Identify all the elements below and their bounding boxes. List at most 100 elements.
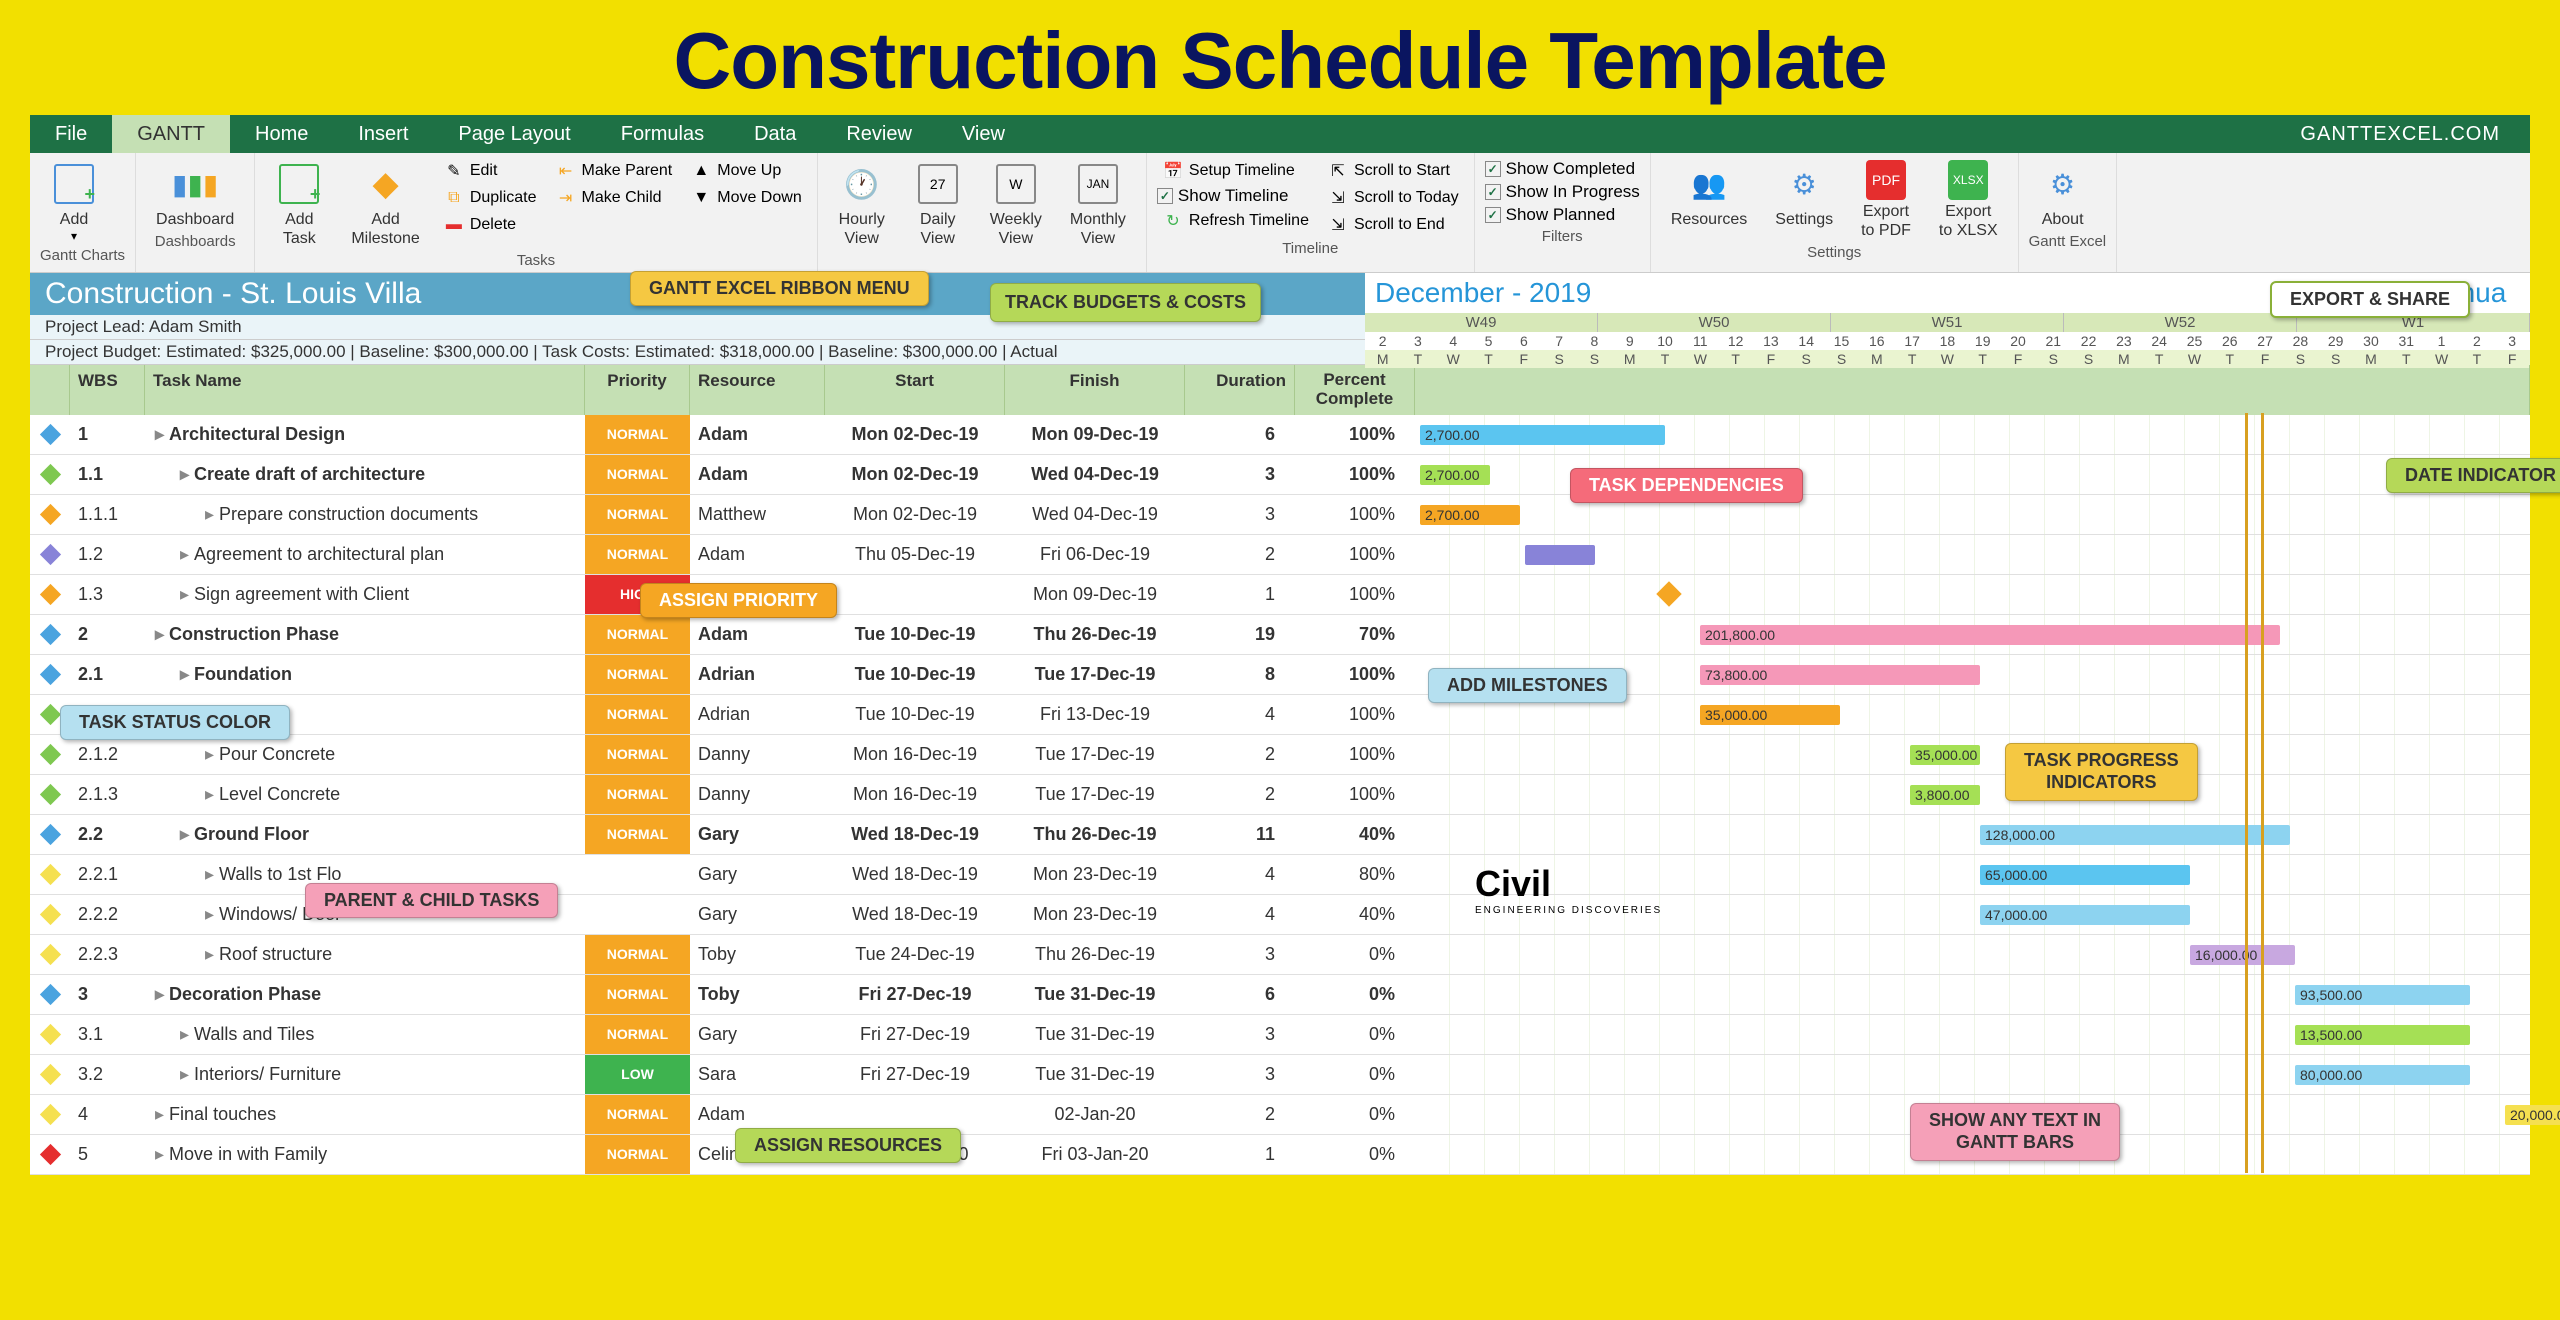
export-pdf-button[interactable]: PDFExport to PDF [1851, 158, 1921, 242]
pct-cell[interactable]: 40% [1295, 815, 1415, 854]
duration-cell[interactable]: 2 [1185, 535, 1295, 574]
duration-cell[interactable]: 3 [1185, 1055, 1295, 1094]
resources-button[interactable]: 👥Resources [1661, 158, 1757, 231]
task-name-cell[interactable]: ▸Final touches [145, 1095, 585, 1134]
expand-icon[interactable]: ▸ [205, 904, 214, 925]
gantt-cell[interactable] [1415, 575, 2530, 614]
menu-page-layout[interactable]: Page Layout [433, 115, 595, 154]
pct-cell[interactable]: 100% [1295, 415, 1415, 454]
finish-cell[interactable]: Tue 31-Dec-19 [1005, 1055, 1185, 1094]
priority-cell[interactable]: NORMAL [585, 455, 690, 494]
table-row[interactable]: 3 ▸Decoration Phase NORMAL Toby Fri 27-D… [30, 975, 2530, 1015]
finish-cell[interactable]: Tue 17-Dec-19 [1005, 655, 1185, 694]
start-cell[interactable]: Fri 27-Dec-19 [825, 1055, 1005, 1094]
task-name-cell[interactable]: ▸Prepare construction documents [145, 495, 585, 534]
duration-cell[interactable]: 11 [1185, 815, 1295, 854]
expand-icon[interactable]: ▸ [180, 544, 189, 565]
gantt-bar[interactable]: 35,000.00 [1700, 705, 1840, 725]
duration-cell[interactable]: 3 [1185, 495, 1295, 534]
expand-icon[interactable]: ▸ [155, 1144, 164, 1165]
table-row[interactable]: 2.1 ▸Foundation NORMAL Adrian Tue 10-Dec… [30, 655, 2530, 695]
start-cell[interactable]: Fri 27-Dec-19 [825, 975, 1005, 1014]
priority-cell[interactable]: NORMAL [585, 935, 690, 974]
pct-cell[interactable]: 100% [1295, 535, 1415, 574]
resource-cell[interactable]: Sara [690, 1055, 825, 1094]
gantt-cell[interactable]: 128,000.00 [1415, 815, 2530, 854]
pct-cell[interactable]: 0% [1295, 1095, 1415, 1134]
duration-cell[interactable]: 1 [1185, 1135, 1295, 1174]
table-row[interactable]: 3.2 ▸Interiors/ Furniture LOW Sara Fri 2… [30, 1055, 2530, 1095]
gantt-bar[interactable]: 80,000.00 [2295, 1065, 2470, 1085]
gantt-bar[interactable]: 2,700.00 [1420, 505, 1520, 525]
hourly-view-button[interactable]: 🕐Hourly View [828, 158, 896, 250]
setup-timeline-button[interactable]: 📅Setup Timeline [1157, 158, 1314, 184]
pct-cell[interactable]: 80% [1295, 855, 1415, 894]
move-up-button[interactable]: ▲Move Up [685, 158, 806, 184]
resource-cell[interactable]: Adam [690, 535, 825, 574]
task-name-cell[interactable]: ▸Architectural Design [145, 415, 585, 454]
table-row[interactable]: 2 ▸Construction Phase NORMAL Adam Tue 10… [30, 615, 2530, 655]
pct-cell[interactable]: 40% [1295, 895, 1415, 934]
priority-cell[interactable]: NORMAL [585, 495, 690, 534]
gantt-bar[interactable]: 2,700.00 [1420, 465, 1490, 485]
expand-icon[interactable]: ▸ [180, 1064, 189, 1085]
gantt-bar[interactable]: 65,000.00 [1980, 865, 2190, 885]
scroll-today-button[interactable]: ⇲Scroll to Today [1322, 185, 1464, 211]
task-name-cell[interactable]: ▸Decoration Phase [145, 975, 585, 1014]
finish-cell[interactable]: Fri 06-Dec-19 [1005, 535, 1185, 574]
priority-cell[interactable]: NORMAL [585, 1015, 690, 1054]
gantt-cell[interactable]: 35,000.00 [1415, 735, 2530, 774]
expand-icon[interactable]: ▸ [205, 944, 214, 965]
gantt-bar[interactable]: 93,500.00 [2295, 985, 2470, 1005]
resource-cell[interactable]: Adam [690, 455, 825, 494]
table-row[interactable]: 5 ▸Move in with Family NORMAL Celine Fri… [30, 1135, 2530, 1175]
gantt-cell[interactable]: 16,000.00 [1415, 935, 2530, 974]
show-completed-checkbox[interactable]: Show Completed [1485, 158, 1640, 180]
start-cell[interactable]: Tue 10-Dec-19 [825, 615, 1005, 654]
resource-cell[interactable]: Matthew [690, 495, 825, 534]
resource-cell[interactable]: Gary [690, 895, 825, 934]
make-parent-button[interactable]: ⇤Make Parent [550, 158, 678, 184]
pct-cell[interactable]: 100% [1295, 655, 1415, 694]
refresh-timeline-button[interactable]: ↻Refresh Timeline [1157, 208, 1314, 234]
finish-cell[interactable]: Fri 03-Jan-20 [1005, 1135, 1185, 1174]
pct-cell[interactable]: 70% [1295, 615, 1415, 654]
col-wbs[interactable]: WBS [70, 365, 145, 414]
task-name-cell[interactable]: ▸Move in with Family [145, 1135, 585, 1174]
pct-cell[interactable]: 100% [1295, 495, 1415, 534]
resource-cell[interactable]: Gary [690, 1015, 825, 1054]
duration-cell[interactable]: 3 [1185, 1015, 1295, 1054]
expand-icon[interactable]: ▸ [180, 464, 189, 485]
menu-file[interactable]: File [30, 115, 112, 154]
table-row[interactable]: 4 ▸Final touches NORMAL Adam 02-Jan-20 2… [30, 1095, 2530, 1135]
gantt-cell[interactable]: 201,800.00 [1415, 615, 2530, 654]
pct-cell[interactable]: 0% [1295, 935, 1415, 974]
finish-cell[interactable]: Mon 23-Dec-19 [1005, 855, 1185, 894]
table-row[interactable]: 3.1 ▸Walls and Tiles NORMAL Gary Fri 27-… [30, 1015, 2530, 1055]
task-name-cell[interactable]: ▸Sign agreement with Client [145, 575, 585, 614]
table-row[interactable]: 1.1.1 ▸Prepare construction documents NO… [30, 495, 2530, 535]
priority-cell[interactable]: NORMAL [585, 415, 690, 454]
start-cell[interactable]: Wed 18-Dec-19 [825, 815, 1005, 854]
finish-cell[interactable]: Thu 26-Dec-19 [1005, 615, 1185, 654]
resource-cell[interactable]: Adrian [690, 655, 825, 694]
duration-cell[interactable]: 2 [1185, 735, 1295, 774]
task-name-cell[interactable]: ▸Interiors/ Furniture [145, 1055, 585, 1094]
duration-cell[interactable]: 2 [1185, 1095, 1295, 1134]
gantt-cell[interactable]: 2,700.00 [1415, 415, 2530, 454]
menu-gantt[interactable]: GANTT [112, 115, 230, 154]
col-duration[interactable]: Duration [1185, 365, 1295, 414]
expand-icon[interactable]: ▸ [155, 984, 164, 1005]
priority-cell[interactable]: NORMAL [585, 815, 690, 854]
add-button[interactable]: + Add ▾ [40, 158, 108, 245]
task-name-cell[interactable]: ▸Ground Floor [145, 815, 585, 854]
show-timeline-checkbox[interactable]: Show Timeline [1157, 185, 1314, 207]
task-name-cell[interactable]: ▸Level Concrete [145, 775, 585, 814]
pct-cell[interactable]: 100% [1295, 695, 1415, 734]
expand-icon[interactable]: ▸ [205, 744, 214, 765]
task-name-cell[interactable]: ▸Pour Concrete [145, 735, 585, 774]
gantt-bar[interactable]: 20,000.00 [2505, 1105, 2560, 1125]
expand-icon[interactable]: ▸ [180, 824, 189, 845]
gantt-bar[interactable]: 3,800.00 [1910, 785, 1980, 805]
add-milestone-button[interactable]: ◆ Add Milestone [341, 158, 429, 250]
